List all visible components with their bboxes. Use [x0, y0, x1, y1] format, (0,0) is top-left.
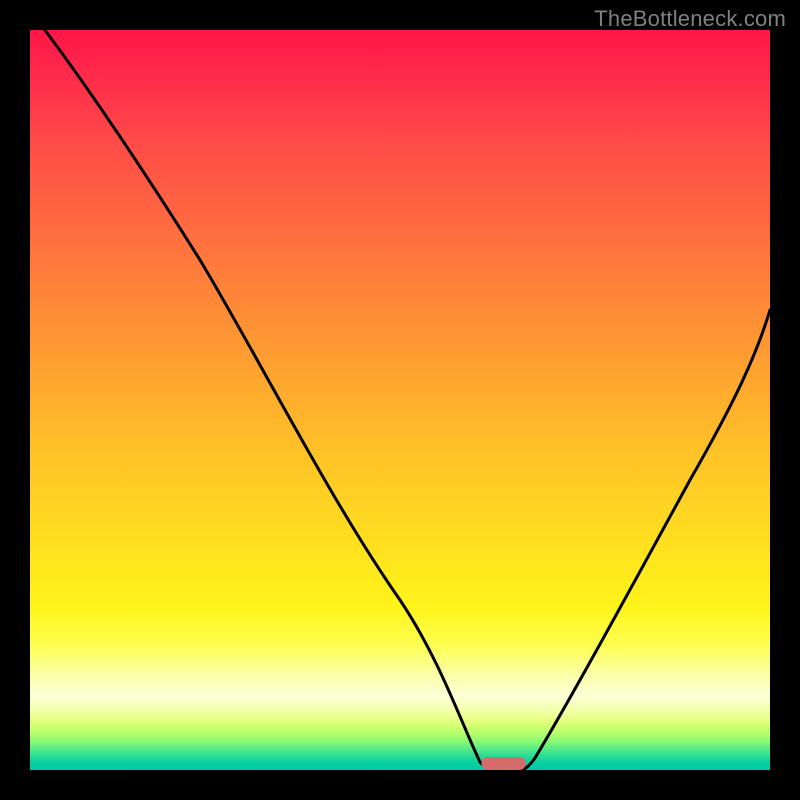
curve-left-branch [45, 30, 492, 770]
chart-frame: TheBottleneck.com [0, 0, 800, 800]
curve-right-branch [522, 310, 770, 770]
chart-overlay [30, 30, 770, 770]
optimal-marker [481, 757, 525, 770]
plot-area [30, 30, 770, 770]
watermark-text: TheBottleneck.com [594, 6, 786, 32]
